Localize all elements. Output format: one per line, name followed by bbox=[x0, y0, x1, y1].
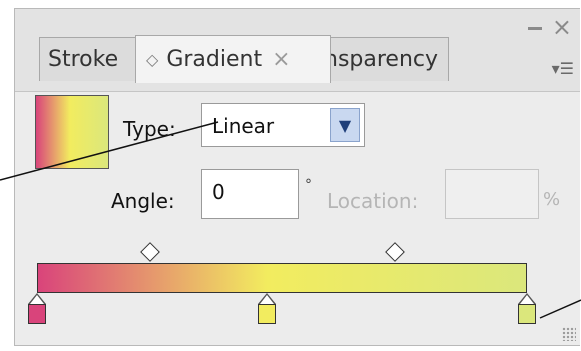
callout-line-type bbox=[0, 121, 219, 181]
close-tab-icon[interactable]: × bbox=[272, 47, 290, 72]
tab-gradient-label: Gradient bbox=[166, 47, 263, 72]
tab-gradient[interactable]: ◇ Gradient × bbox=[135, 35, 331, 83]
callout-line-stop bbox=[539, 299, 581, 319]
diamond-icon: ◇ bbox=[146, 50, 159, 69]
